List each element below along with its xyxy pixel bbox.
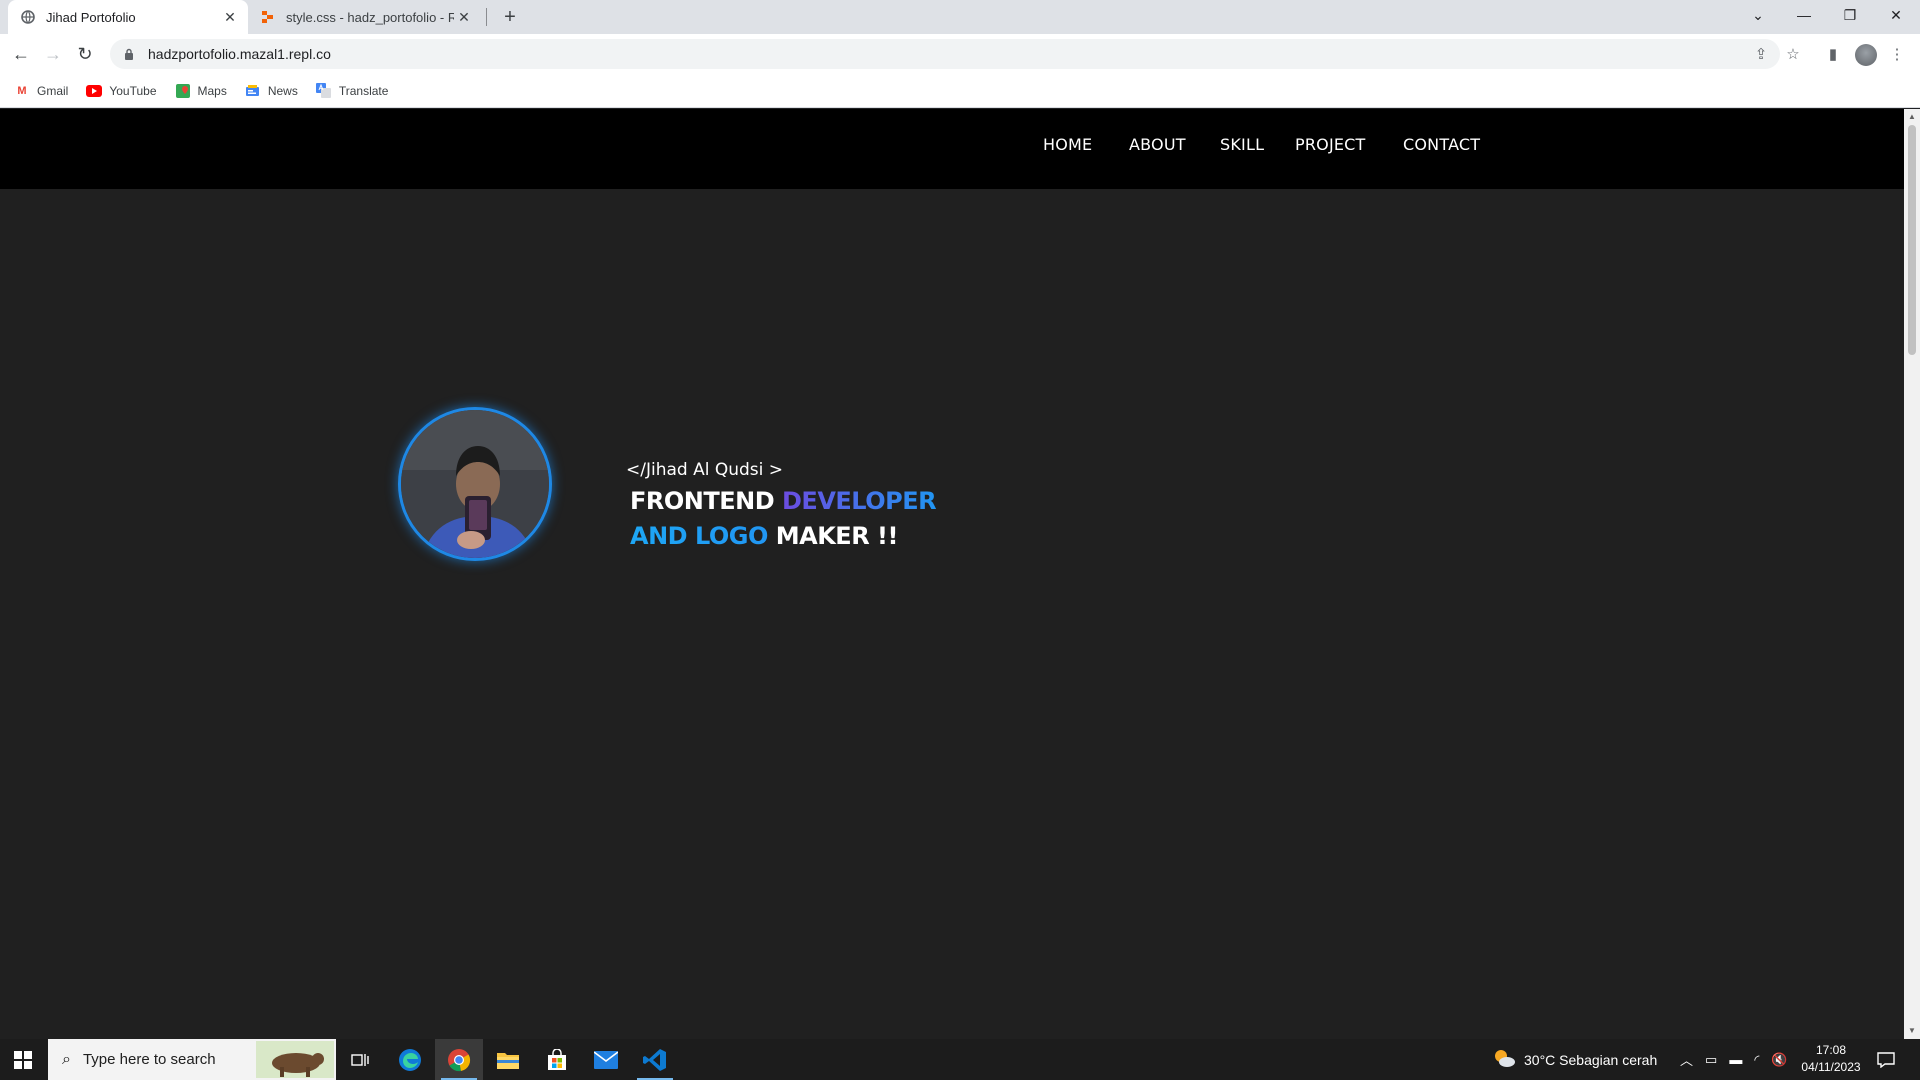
profile-avatar[interactable]	[1855, 44, 1877, 66]
task-view-icon[interactable]	[336, 1039, 384, 1080]
hero-headline-line2: AND LOGO MAKER !!	[630, 522, 898, 550]
windows-start-icon[interactable]	[0, 1039, 46, 1080]
taskbar-search-box[interactable]: ⌕ Type here to search	[48, 1039, 336, 1080]
tab-search-icon[interactable]: ⌄	[1735, 0, 1781, 30]
browser-toolbar: ← → ↻ hadzportofolio.mazal1.repl.co ⇪ ☆ …	[0, 34, 1920, 74]
close-window-icon[interactable]: ✕	[1873, 0, 1919, 30]
vscode-icon[interactable]	[631, 1039, 679, 1080]
tab-divider	[486, 8, 487, 26]
windows-taskbar: ⌕ Type here to search 30°C Sebagian cera…	[0, 1039, 1920, 1080]
hero-name: </Jihad Al Qudsi >	[626, 460, 784, 480]
clock[interactable]: 17:08 04/11/2023	[1796, 1042, 1866, 1076]
chrome-icon[interactable]	[435, 1039, 483, 1080]
file-explorer-icon[interactable]	[484, 1039, 532, 1080]
bookmarks-bar: M Gmail YouTube Maps News Translate	[0, 74, 1920, 108]
url-text: hadzportofolio.mazal1.repl.co	[148, 46, 331, 62]
news-icon	[245, 83, 261, 99]
lock-icon	[122, 48, 136, 60]
clock-date: 04/11/2023	[1801, 1060, 1861, 1074]
bookmark-label: Maps	[197, 83, 227, 98]
restore-icon[interactable]: ❐	[1827, 0, 1873, 30]
youtube-icon	[86, 83, 103, 99]
bookmark-label: Translate	[338, 83, 389, 98]
bookmark-maps[interactable]: Maps	[175, 83, 227, 99]
back-icon[interactable]: ←	[9, 42, 33, 66]
headline-and-logo: AND LOGO	[630, 522, 768, 550]
close-tab-icon[interactable]: ✕	[220, 7, 240, 27]
headline-maker: MAKER !!	[775, 522, 899, 550]
bookmark-youtube[interactable]: YouTube	[86, 83, 157, 99]
share-icon[interactable]: ⇪	[1750, 43, 1772, 65]
replit-icon	[260, 9, 276, 25]
weather-widget[interactable]: 30°C Sebagian cerah	[1492, 1039, 1657, 1080]
clock-time: 17:08	[1815, 1043, 1847, 1057]
bookmark-label: Gmail	[37, 83, 69, 98]
bookmark-gmail[interactable]: M Gmail	[14, 83, 68, 99]
nav-about[interactable]: ABOUT	[1129, 135, 1186, 154]
nav-skill[interactable]: SKILL	[1220, 135, 1264, 154]
wifi-icon[interactable]: ◜	[1754, 1052, 1759, 1068]
menu-kebab-icon[interactable]: ⋮	[1886, 43, 1908, 65]
minimize-icon[interactable]: —	[1781, 0, 1827, 30]
tab-jihad-portofolio[interactable]: Jihad Portofolio ✕	[8, 0, 248, 34]
gmail-icon: M	[17, 84, 27, 97]
profile-photo	[398, 407, 552, 561]
edge-icon[interactable]	[386, 1039, 434, 1080]
bookmark-news[interactable]: News	[245, 83, 298, 99]
nav-project[interactable]: PROJECT	[1295, 135, 1366, 154]
hero-headline-line1: FRONTEND DEVELOPER	[630, 487, 937, 515]
reload-icon[interactable]: ↻	[73, 42, 97, 66]
new-tab-icon[interactable]: +	[498, 5, 522, 29]
battery-icon[interactable]: ▬	[1729, 1052, 1742, 1067]
search-icon: ⌕	[62, 1050, 71, 1068]
system-tray: ︿ ▭ ▬ ◜ 🔇	[1680, 1039, 1788, 1080]
mail-icon[interactable]	[582, 1039, 630, 1080]
bookmark-label: News	[267, 83, 298, 98]
scroll-thumb[interactable]	[1908, 125, 1916, 355]
site-navbar: HOME ABOUT SKILL PROJECT CONTACT	[0, 109, 1904, 189]
translate-icon	[316, 83, 332, 99]
nav-contact[interactable]: CONTACT	[1403, 135, 1480, 154]
bookmark-translate[interactable]: Translate	[316, 83, 389, 99]
bookmark-star-icon[interactable]: ☆	[1782, 43, 1804, 65]
volume-muted-icon[interactable]: 🔇	[1771, 1052, 1787, 1068]
screen: Jihad Portofolio ✕ style.css - hadz_port…	[0, 0, 1920, 1080]
microsoft-store-icon[interactable]	[533, 1039, 581, 1080]
headline-frontend: FRONTEND	[630, 487, 775, 515]
tab-title: Jihad Portofolio	[46, 9, 136, 25]
weather-text: 30°C Sebagian cerah	[1524, 1051, 1658, 1068]
tab-style-css[interactable]: style.css - hadz_portofolio - Repl ✕	[250, 0, 482, 34]
tab-title: style.css - hadz_portofolio - Repl	[286, 9, 454, 25]
browser-tab-strip: Jihad Portofolio ✕ style.css - hadz_port…	[0, 0, 1920, 34]
nav-home[interactable]: HOME	[1043, 135, 1092, 154]
page-viewport: HOME ABOUT SKILL PROJECT CONTACT </Jihad…	[0, 109, 1904, 1039]
page-scrollbar[interactable]: ▲ ▼	[1904, 109, 1920, 1039]
close-tab-icon[interactable]: ✕	[454, 7, 474, 27]
search-highlight-image	[256, 1041, 334, 1078]
scroll-up-icon[interactable]: ▲	[1908, 111, 1916, 121]
search-placeholder: Type here to search	[82, 1051, 216, 1068]
address-bar[interactable]: hadzportofolio.mazal1.repl.co	[110, 39, 1780, 69]
headline-developer: DEVELOPER	[782, 487, 937, 515]
scroll-down-icon[interactable]: ▼	[1908, 1025, 1916, 1035]
bookmark-label: YouTube	[109, 83, 157, 98]
forward-icon[interactable]: →	[41, 42, 65, 66]
maps-icon	[175, 83, 191, 99]
usb-device-icon[interactable]: ▭	[1705, 1052, 1717, 1068]
weather-icon	[1492, 1048, 1516, 1071]
show-hidden-icons-icon[interactable]: ︿	[1680, 1050, 1693, 1069]
notification-center-icon[interactable]	[1877, 1039, 1895, 1080]
globe-icon	[20, 9, 36, 25]
side-panel-icon[interactable]: ▮	[1822, 43, 1844, 65]
